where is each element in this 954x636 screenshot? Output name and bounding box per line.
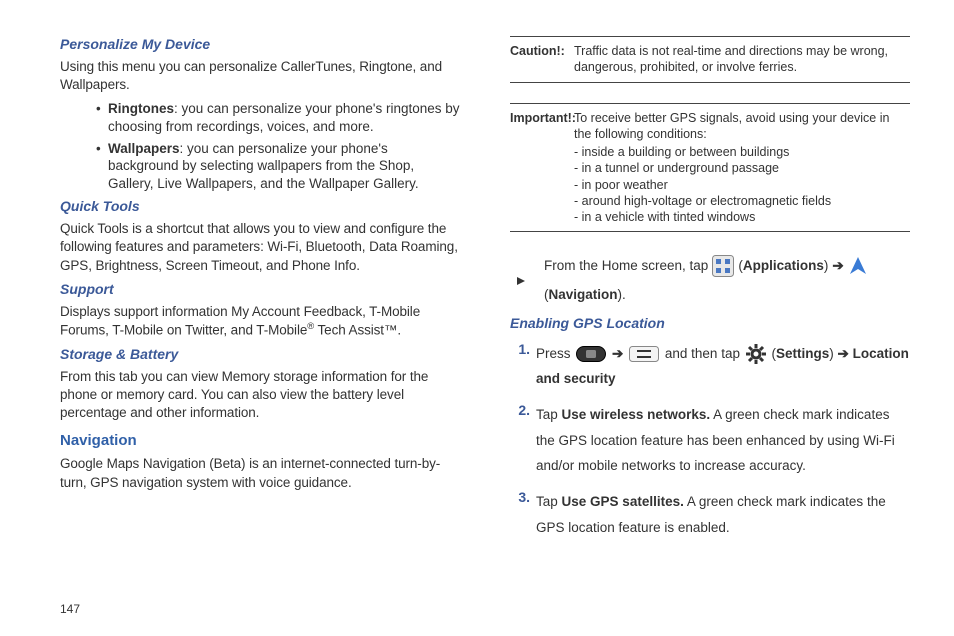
rule-important-bottom bbox=[510, 231, 910, 232]
step-1: 1. Press ➔ and then tap (Settings) ➔ bbox=[514, 341, 910, 392]
important-sublist: - inside a building or between buildings… bbox=[574, 144, 910, 225]
rule-important-top bbox=[510, 103, 910, 104]
home-text-a: From the Home screen, tap bbox=[544, 254, 708, 278]
step-1-num: 1. bbox=[514, 341, 536, 392]
navigation-icon bbox=[848, 256, 868, 276]
rule-caution-top bbox=[510, 36, 910, 37]
bullet-wallpapers: Wallpapers: you can personalize your pho… bbox=[108, 140, 460, 193]
important-item-3: - around high-voltage or electromagnetic… bbox=[574, 193, 910, 209]
navigation-label: (Navigation). bbox=[544, 283, 626, 307]
heading-personalize: Personalize My Device bbox=[60, 36, 460, 52]
heading-support: Support bbox=[60, 281, 460, 297]
step3-a: Tap bbox=[536, 494, 562, 509]
caution-label: Caution!: bbox=[510, 43, 574, 76]
step2-a: Tap bbox=[536, 407, 562, 422]
important-item-0: - inside a building or between buildings bbox=[574, 144, 910, 160]
menu-key-icon bbox=[629, 346, 659, 362]
text-support-b: Tech Assist™. bbox=[314, 323, 401, 338]
text-storage-battery: From this tab you can view Memory storag… bbox=[60, 368, 460, 423]
step1-a: Press bbox=[536, 346, 571, 361]
heading-enabling-gps: Enabling GPS Location bbox=[510, 315, 910, 331]
text-personalize: Using this menu you can personalize Call… bbox=[60, 58, 460, 94]
step3-bold: Use GPS satellites. bbox=[562, 494, 684, 509]
important-intro: To receive better GPS signals, avoid usi… bbox=[574, 111, 889, 141]
note-caution: Caution!: Traffic data is not real-time … bbox=[510, 43, 910, 76]
arrow-icon-3: ➔ bbox=[838, 346, 849, 361]
right-column: Caution!: Traffic data is not real-time … bbox=[510, 30, 910, 590]
step-2-num: 2. bbox=[514, 402, 536, 479]
arrow-icon: ➔ bbox=[832, 254, 843, 278]
step1-b: and then tap bbox=[665, 346, 740, 361]
triangle-marker-icon bbox=[510, 276, 540, 286]
page-number: 147 bbox=[60, 602, 914, 616]
note-important: Important!: To receive better GPS signal… bbox=[510, 110, 910, 226]
important-item-1: - in a tunnel or underground passage bbox=[574, 160, 910, 176]
settings-gear-icon bbox=[746, 344, 766, 364]
text-support: Displays support information My Account … bbox=[60, 303, 460, 340]
left-column: Personalize My Device Using this menu yo… bbox=[60, 30, 460, 590]
applications-label: (Applications) bbox=[738, 254, 828, 278]
heading-navigation: Navigation bbox=[60, 432, 460, 449]
heading-quick-tools: Quick Tools bbox=[60, 198, 460, 214]
step-2: 2. Tap Use wireless networks. A green ch… bbox=[514, 402, 910, 479]
applications-icon bbox=[712, 255, 734, 277]
arrow-icon-2: ➔ bbox=[612, 346, 623, 361]
settings-label: (Settings) bbox=[772, 346, 834, 361]
rule-caution-bottom bbox=[510, 82, 910, 83]
important-label: Important!: bbox=[510, 110, 574, 226]
text-navigation: Google Maps Navigation (Beta) is an inte… bbox=[60, 455, 460, 491]
important-item-2: - in poor weather bbox=[574, 177, 910, 193]
step2-bold: Use wireless networks. bbox=[562, 407, 711, 422]
heading-storage-battery: Storage & Battery bbox=[60, 346, 460, 362]
bullet-list: Ringtones: you can personalize your phon… bbox=[60, 100, 460, 192]
bullet-wallpapers-label: Wallpapers bbox=[108, 141, 180, 156]
step-3-num: 3. bbox=[514, 489, 536, 540]
bullet-ringtones: Ringtones: you can personalize your phon… bbox=[108, 100, 460, 135]
bullet-ringtones-label: Ringtones bbox=[108, 101, 174, 116]
home-tap-row: From the Home screen, tap (Applications)… bbox=[510, 254, 910, 307]
step-3: 3. Tap Use GPS satellites. A green check… bbox=[514, 489, 910, 540]
home-key-icon bbox=[576, 346, 606, 362]
caution-body: Traffic data is not real-time and direct… bbox=[574, 43, 910, 76]
important-body: To receive better GPS signals, avoid usi… bbox=[574, 110, 910, 226]
text-quick-tools: Quick Tools is a shortcut that allows yo… bbox=[60, 220, 460, 275]
important-item-4: - in a vehicle with tinted windows bbox=[574, 209, 910, 225]
